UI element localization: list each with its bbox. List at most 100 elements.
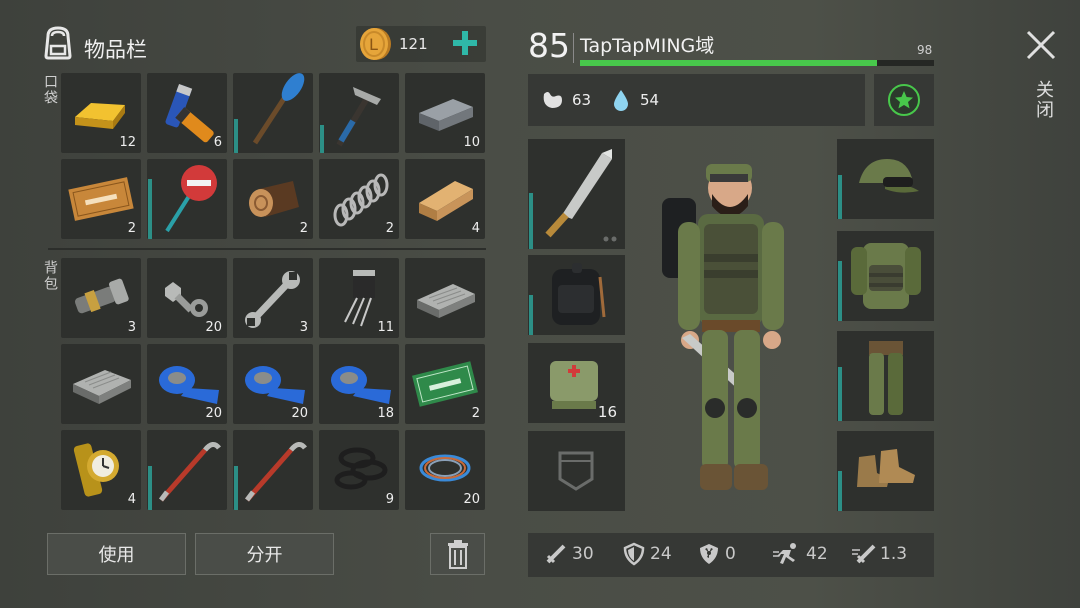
backpack-slot-circuit-box[interactable] <box>405 258 485 338</box>
backpack-slot-crowbar[interactable] <box>147 430 227 510</box>
backpack-label: 背包 <box>42 260 58 292</box>
item-count: 3 <box>127 320 136 335</box>
radiation-value: 0 <box>725 544 736 564</box>
hp-max: 98 <box>917 43 933 57</box>
backpack-icon <box>44 26 72 60</box>
star-icon <box>888 84 920 116</box>
attack-speed-icon <box>852 544 876 564</box>
circuit-box-icon <box>73 370 131 404</box>
gear-slot-pocket[interactable] <box>528 431 625 511</box>
gear-slot-body[interactable] <box>837 231 934 321</box>
stomach-icon <box>543 92 562 108</box>
player-level: 85 <box>528 26 570 65</box>
crowbar-icon <box>245 442 307 502</box>
gear-slot-weapon[interactable] <box>528 139 625 249</box>
radiation-shield-icon <box>700 544 718 564</box>
item-count: 4 <box>471 221 480 236</box>
pocket-slot-stop-sign[interactable] <box>147 159 227 239</box>
boots-icon <box>857 449 915 487</box>
add-coins-icon[interactable] <box>452 30 478 56</box>
backpack-slot-circuit-box-2[interactable] <box>61 344 141 424</box>
item-count: 18 <box>377 406 394 421</box>
pocket-slot-log[interactable]: 2 <box>233 159 313 239</box>
item-count: 9 <box>385 492 394 507</box>
item-count: 20 <box>291 406 308 421</box>
attack-speed-value: 1.3 <box>880 544 908 564</box>
food-value: 63 <box>572 91 592 109</box>
paddle-icon <box>252 73 305 145</box>
water-drop-icon <box>614 90 628 111</box>
backpack-slot-transistor[interactable]: 11 <box>319 258 399 338</box>
backpack-slot-duct-tape[interactable]: 20 <box>147 344 227 424</box>
stop-sign-icon <box>165 165 217 233</box>
backpack-slot-wire[interactable]: 20 <box>405 430 485 510</box>
item-count: 20 <box>205 406 222 421</box>
shield-icon <box>623 542 645 566</box>
pants-icon <box>869 341 903 415</box>
close-icon[interactable] <box>1024 28 1058 62</box>
backpack-slot-bolts[interactable]: 20 <box>147 258 227 338</box>
durability-bar <box>148 466 152 510</box>
backpack-slot-wrench[interactable]: 3 <box>233 258 313 338</box>
pocket-slot-paddle[interactable] <box>233 73 313 153</box>
crowbar-icon <box>159 442 221 502</box>
pocket-slot-gold-bar[interactable]: 12 <box>61 73 141 153</box>
player-name: TapTapMING域 <box>580 35 715 57</box>
character-model <box>662 164 784 490</box>
machete-icon <box>545 149 617 242</box>
pocket-slot-survival-coupon[interactable]: 2 <box>61 159 141 239</box>
backpack-slot-gaskets[interactable]: 9 <box>319 430 399 510</box>
gear-slot-medkit[interactable]: 16 <box>528 343 625 423</box>
pocket-label: 口袋 <box>42 74 58 106</box>
use-button[interactable]: 使用 <box>47 533 186 575</box>
backpack-slot-duct-tape[interactable]: 18 <box>319 344 399 424</box>
pocket-slot-plank[interactable]: 4 <box>405 159 485 239</box>
backpack-slot-crowbar[interactable] <box>233 430 313 510</box>
item-count: 16 <box>597 403 617 421</box>
durability-bar <box>838 261 842 321</box>
durability-bar <box>234 466 238 510</box>
pocket-slot-iron-ingot[interactable]: 10 <box>405 73 485 153</box>
durability-bar <box>529 295 533 335</box>
attack-icon <box>546 544 566 564</box>
name-separator <box>573 33 574 63</box>
backpack-gear-icon <box>552 263 606 325</box>
backpack-slot-duct-tape[interactable]: 20 <box>233 344 313 424</box>
hp-bar-fill <box>580 60 877 66</box>
durability-bar <box>148 179 152 239</box>
coin-icon: L <box>360 28 391 60</box>
durability-bar <box>529 193 533 249</box>
running-icon <box>773 543 796 564</box>
coin-count: 121 <box>399 35 428 53</box>
trash-button[interactable] <box>430 533 485 575</box>
close-label[interactable]: 关闭 <box>1030 80 1056 120</box>
pocket-slot-batteries[interactable]: 6 <box>147 73 227 153</box>
speed-value: 42 <box>806 544 828 564</box>
gear-slot-backpack[interactable] <box>528 255 625 335</box>
split-button[interactable]: 分开 <box>195 533 334 575</box>
skills-button[interactable] <box>874 74 934 126</box>
item-count: 6 <box>213 135 222 150</box>
section-divider <box>48 248 486 250</box>
backpack-slot-watch[interactable]: 4 <box>61 430 141 510</box>
pocket-slot-spring[interactable]: 2 <box>319 159 399 239</box>
item-count: 10 <box>463 135 480 150</box>
inventory-title: 物品栏 <box>84 38 147 62</box>
gear-slot-legs[interactable] <box>837 331 934 421</box>
backpack-slot-ration-coupon[interactable]: 2 <box>405 344 485 424</box>
item-count: 2 <box>127 221 136 236</box>
item-count: 3 <box>299 320 308 335</box>
vest-icon <box>851 243 921 309</box>
cap-icon <box>859 159 919 193</box>
circuit-box-icon <box>417 284 475 318</box>
trash-icon <box>447 540 468 569</box>
durability-bar <box>320 125 324 153</box>
gear-slot-feet[interactable] <box>837 431 934 511</box>
pocket-slot-hammer[interactable] <box>319 73 399 153</box>
empty-pocket-icon <box>558 451 594 491</box>
gear-slot-head[interactable] <box>837 139 934 219</box>
durability-bar <box>838 367 842 421</box>
defense-value: 24 <box>650 544 672 564</box>
item-count: 2 <box>471 406 480 421</box>
backpack-slot-flashlight[interactable]: 3 <box>61 258 141 338</box>
